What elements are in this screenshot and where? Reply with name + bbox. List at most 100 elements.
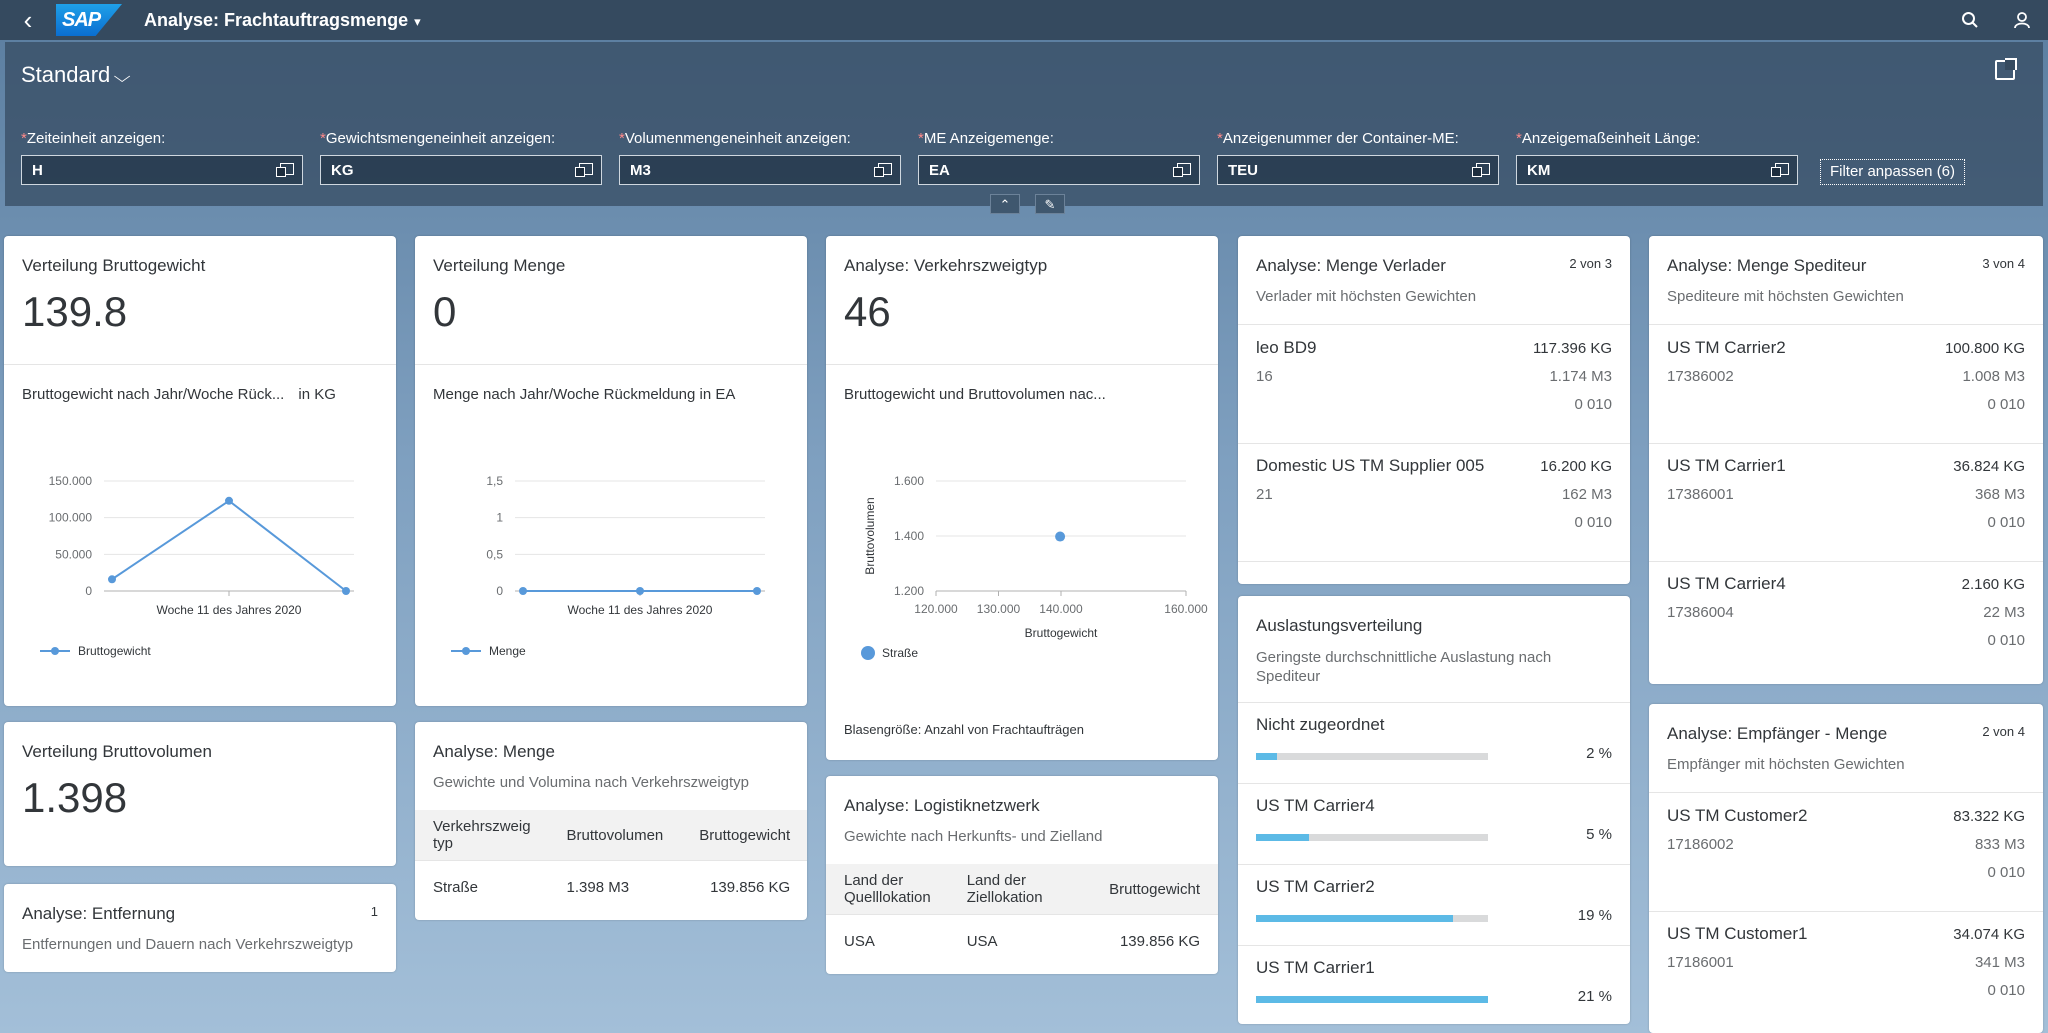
column-header[interactable]: Verkehrszweig typ <box>415 810 549 861</box>
item-id: 17386001 <box>1667 486 1734 503</box>
card-title: Analyse: Empfänger - Menge <box>1667 724 1888 743</box>
value-help-icon[interactable] <box>575 163 593 177</box>
card-menge[interactable]: Verteilung Menge 0 Menge nach Jahr/Woche… <box>415 236 807 706</box>
x-tick-label: 130.000 <box>977 602 1021 616</box>
item-quantity: 0 010 <box>1987 864 2025 881</box>
card-subtitle: Gewichte und Volumina nach Verkehrszweig… <box>433 774 750 791</box>
table-cell: 139.856 KG <box>1119 933 1200 951</box>
value-help-icon[interactable] <box>1472 163 1490 177</box>
item-id: 17386004 <box>1667 604 1734 621</box>
filter-value: EA <box>929 162 950 179</box>
column-header[interactable]: Land der Ziellokation <box>948 864 1069 915</box>
utilization-item[interactable]: US TM Carrier4 5 % <box>1238 784 1630 865</box>
back-button[interactable]: ‹ <box>0 0 56 40</box>
bubble-chart-verkehrszweig[interactable]: 1.600 1.400 1.200 120.000 130.000 140.000 160.… <box>826 426 1218 686</box>
column-header[interactable]: Land der Quelllokation <box>826 864 949 915</box>
column-header[interactable]: Bruttovolumen <box>548 810 682 861</box>
chart-title-text: Bruttogewicht nach Jahr/Woche Rück... <box>22 386 285 403</box>
weight-unit-input[interactable]: KG <box>320 155 602 185</box>
list-item[interactable]: US TM Customer2 17186002 83.322 KG 833 M… <box>1649 794 2043 912</box>
filter-length-unit: *Anzeigemaßeinheit Länge: KM <box>1516 130 1798 185</box>
item-volume: 368 M3 <box>1974 486 2025 503</box>
table-row[interactable]: USA USA 139.856 KG <box>826 915 1218 969</box>
list-item[interactable]: Domestic US TM Supplier 005 21 16.200 KG… <box>1238 444 1630 562</box>
x-axis-label: Bruttogewicht <box>1025 626 1098 640</box>
card-menge-verlader[interactable]: Analyse: Menge Verlader 2 von 3 Verlader… <box>1238 236 1630 584</box>
volume-unit-input[interactable]: M3 <box>619 155 901 185</box>
carrier-name: US TM Carrier1 <box>1256 958 1375 977</box>
item-weight: 16.200 KG <box>1540 458 1612 475</box>
column-header[interactable]: Bruttogewicht <box>1068 864 1218 915</box>
pin-header-icon[interactable]: ✎ <box>1035 194 1065 214</box>
item-count: 2 von 4 <box>1982 724 2025 739</box>
line-chart-bruttogewicht[interactable]: 150.000 100.000 50.000 0 Woche 11 des Jahres… <box>4 426 396 686</box>
line-chart-menge[interactable]: 1,5 1 0,5 0 Woche 11 des Jahres 2020 Menge <box>415 426 807 686</box>
card-entfernung[interactable]: Analyse: Entfernung 1 Entfernungen und D… <box>4 884 396 972</box>
x-tick-label: Woche 11 des Jahres 2020 <box>568 603 713 617</box>
divider <box>1649 792 2043 793</box>
item-id: 16 <box>1256 368 1273 385</box>
item-id: 21 <box>1256 486 1273 503</box>
card-logistiknetzwerk[interactable]: Analyse: Logistiknetzwerk Gewichte nach … <box>826 776 1218 974</box>
card-empfaenger-menge[interactable]: Analyse: Empfänger - Menge 2 von 4 Empfä… <box>1649 704 2043 1033</box>
time-unit-input[interactable]: H <box>21 155 303 185</box>
utilization-item[interactable]: US TM Carrier1 21 % <box>1238 946 1630 1024</box>
y-tick-label: 1,5 <box>486 474 503 488</box>
length-unit-input[interactable]: KM <box>1516 155 1798 185</box>
container-unit-input[interactable]: TEU <box>1217 155 1499 185</box>
item-name: US TM Carrier4 <box>1667 574 1786 593</box>
item-name: US TM Carrier1 <box>1667 456 1786 475</box>
table-cell: USA <box>966 933 998 951</box>
list-item[interactable]: US TM Carrier4 17386004 2.160 KG 22 M3 0… <box>1649 562 2043 680</box>
series-line <box>111 499 347 592</box>
utilization-item[interactable]: Nicht zugeordnet 2 % <box>1238 703 1630 784</box>
card-bruttogewicht[interactable]: Verteilung Bruttogewicht 139.8 Bruttogew… <box>4 236 396 706</box>
y-tick-label: 1.200 <box>894 584 924 598</box>
value-help-icon[interactable] <box>1173 163 1191 177</box>
item-quantity: 0 010 <box>1987 982 2025 999</box>
collapse-header-button[interactable]: ⌃ <box>990 194 1020 214</box>
card-verkehrszweigtyp[interactable]: Analyse: Verkehrszweigtyp 46 Bruttogewic… <box>826 236 1218 760</box>
utilization-item[interactable]: US TM Carrier2 19 % <box>1238 865 1630 946</box>
progress-fill <box>1256 915 1454 922</box>
card-auslastungsverteilung[interactable]: Auslastungsverteilung Geringste durchsch… <box>1238 596 1630 1024</box>
variant-selector[interactable]: Standard ⌵ <box>21 62 131 88</box>
filter-container-unit: *Anzeigenummer der Container-ME: TEU <box>1217 130 1499 185</box>
card-subtitle: Verlader mit höchsten Gewichten <box>1256 288 1477 305</box>
value-help-icon[interactable] <box>276 163 294 177</box>
app-title-menu[interactable]: Analyse: Frachtauftragsmenge ▾ <box>144 10 421 31</box>
divider <box>415 364 807 365</box>
utilization-percent: 5 % <box>1586 826 1612 843</box>
divider <box>4 364 396 365</box>
y-tick-label: 1.400 <box>894 529 924 543</box>
bubble <box>1055 531 1066 542</box>
value-help-icon[interactable] <box>874 163 892 177</box>
item-volume: 162 M3 <box>1561 486 1612 503</box>
card-title: Analyse: Menge Spediteur <box>1667 256 1867 275</box>
column-header[interactable]: Bruttogewicht <box>681 810 807 861</box>
user-icon[interactable] <box>1996 0 2048 40</box>
share-icon[interactable] <box>1995 58 2017 80</box>
app-title: Analyse: Frachtauftragsmenge <box>144 9 409 30</box>
table-header-row: Land der Quelllokation Land der Zielloka… <box>826 864 1218 915</box>
sap-logo[interactable]: SAP <box>56 4 122 36</box>
value-help-icon[interactable] <box>1771 163 1789 177</box>
table-row[interactable]: Straße 1.398 M3 139.856 KG <box>415 861 807 915</box>
list-item[interactable]: leo BD9 16 117.396 KG 1.174 M3 0 010 <box>1238 326 1630 444</box>
card-bruttovolumen[interactable]: Verteilung Bruttovolumen 1.398 <box>4 722 396 866</box>
card-analyse-menge[interactable]: Analyse: Menge Gewichte und Volumina nac… <box>415 722 807 920</box>
adapt-filters-button[interactable]: Filter anpassen (6) <box>1820 159 1965 185</box>
card-menge-spediteur[interactable]: Analyse: Menge Spediteur 3 von 4 Spedite… <box>1649 236 2043 684</box>
list-item[interactable]: US TM Carrier1 17386001 36.824 KG 368 M3… <box>1649 444 2043 562</box>
list-item[interactable]: US TM Carrier2 17386002 100.800 KG 1.008… <box>1649 326 2043 444</box>
quantity-unit-input[interactable]: EA <box>918 155 1200 185</box>
progress-fill <box>1256 753 1277 760</box>
y-tick-label: 1 <box>496 511 503 525</box>
filter-label: Anzeigenummer der Container-ME: <box>1222 130 1459 147</box>
item-count: 2 von 3 <box>1569 256 1612 271</box>
y-tick-label: 100.000 <box>49 511 93 525</box>
progress-track <box>1256 996 1488 1003</box>
search-icon[interactable] <box>1944 0 1996 40</box>
list-item[interactable]: US TM Customer1 17186001 34.074 KG 341 M… <box>1649 912 2043 1030</box>
data-point <box>519 587 527 595</box>
